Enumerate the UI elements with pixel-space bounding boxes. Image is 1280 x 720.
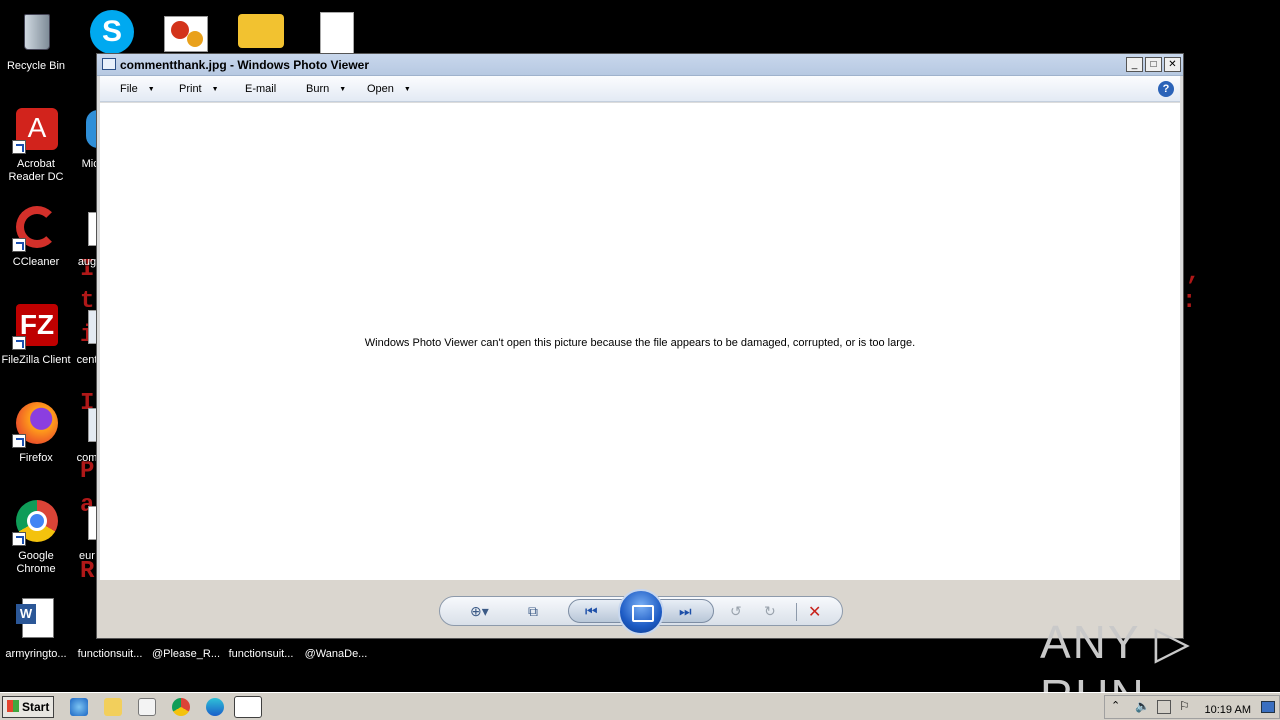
word-document-icon: W [12,596,60,644]
desktop-icon-firefox[interactable]: Firefox [0,400,74,465]
internet-explorer-icon[interactable] [70,698,88,716]
show-hidden-icons-icon[interactable]: ⌃ [1111,699,1120,712]
minimize-button[interactable]: _ [1126,57,1143,72]
playback-controls: ⊕▾ ⧉ ⏮ ⏭ ↺ ↻ ✕ [439,589,843,635]
menu-file[interactable]: File ▼ [120,83,155,95]
maximize-button[interactable]: □ [1145,57,1162,72]
firefox-icon [12,400,60,448]
menu-bar: File ▼ Print ▼ E-mail Burn ▼ Open ▼ ? [100,76,1180,102]
desktop-icon-chrome[interactable]: Google Chrome [0,498,74,576]
rotate-counterclockwise-icon[interactable]: ↺ [730,603,742,620]
desktop-icon-armyringto[interactable]: W armyringto... [0,596,74,661]
ccleaner-icon [12,204,60,252]
windows-logo-icon [7,700,19,712]
photo-viewer-window[interactable]: commentthank.jpg - Windows Photo Viewer … [96,53,1184,639]
chevron-down-icon: ▼ [211,85,219,93]
desktop-icon-recycle-bin[interactable]: Recycle Bin [0,8,74,73]
wallpaper-text: R [80,558,95,585]
handshake-icon[interactable] [238,14,284,48]
blank-file-icon[interactable] [320,12,354,54]
divider [796,603,797,621]
start-button[interactable]: Start [2,696,54,718]
filezilla-icon: FZ [12,302,60,350]
taskbar: Start ⌃ 🔈 ⚐ 10:19 AM [0,692,1280,720]
edge-taskbar-icon[interactable] [206,698,224,716]
clock[interactable]: 10:19 AM [1205,704,1251,716]
error-message: Windows Photo Viewer can't open this pic… [364,337,916,349]
volume-icon[interactable]: 🔈 [1135,699,1150,713]
help-icon[interactable]: ? [1158,81,1174,97]
menu-burn[interactable]: Burn ▼ [306,83,346,95]
photo-viewer-taskbar-button[interactable] [234,696,262,718]
desktop-icon-ccleaner[interactable]: CCleaner [0,204,74,269]
show-desktop-icon[interactable] [1261,701,1275,713]
flower-image-icon[interactable] [164,16,208,52]
window-title: commentthank.jpg - Windows Photo Viewer [120,58,370,72]
wallpaper-text: , [1186,260,1201,287]
photo-viewer-icon [102,58,116,70]
slideshow-button[interactable] [618,589,664,635]
chrome-taskbar-icon[interactable] [172,698,190,716]
desktop-icon-acrobat[interactable]: A Acrobat Reader DC [0,106,74,184]
menu-email[interactable]: E-mail [245,83,276,95]
rotate-clockwise-icon[interactable]: ↻ [764,603,776,620]
image-area: Windows Photo Viewer can't open this pic… [100,103,1180,580]
acrobat-icon: A [12,106,60,154]
zoom-icon[interactable]: ⊕▾ [470,603,489,620]
system-tray: ⌃ 🔈 ⚐ 10:19 AM [1104,695,1280,719]
chevron-down-icon: ▼ [403,85,411,93]
delete-icon[interactable]: ✕ [808,602,821,622]
action-center-flag-icon[interactable]: ⚐ [1179,699,1190,713]
recycle-bin-icon [12,8,60,56]
skype-icon[interactable]: S [90,10,134,54]
actual-size-icon[interactable]: ⧉ [528,603,538,620]
menu-print[interactable]: Print ▼ [179,83,219,95]
chevron-down-icon: ▼ [339,85,347,93]
desktop-icon-filezilla[interactable]: FZ FileZilla Client [0,302,74,367]
file-explorer-icon[interactable] [104,698,122,716]
network-icon[interactable] [1157,700,1171,714]
menu-open[interactable]: Open ▼ [367,83,411,95]
previous-icon[interactable]: ⏮ [585,603,598,620]
control-bar: ⊕▾ ⧉ ⏮ ⏭ ↺ ↻ ✕ [97,580,1183,638]
close-button[interactable]: ✕ [1164,57,1181,72]
wallpaper-text: : [1182,288,1197,315]
next-icon[interactable]: ⏭ [679,603,692,620]
media-player-icon[interactable] [138,698,156,716]
chevron-down-icon: ▼ [147,85,155,93]
chrome-icon [12,498,60,546]
title-bar[interactable]: commentthank.jpg - Windows Photo Viewer … [97,54,1183,76]
